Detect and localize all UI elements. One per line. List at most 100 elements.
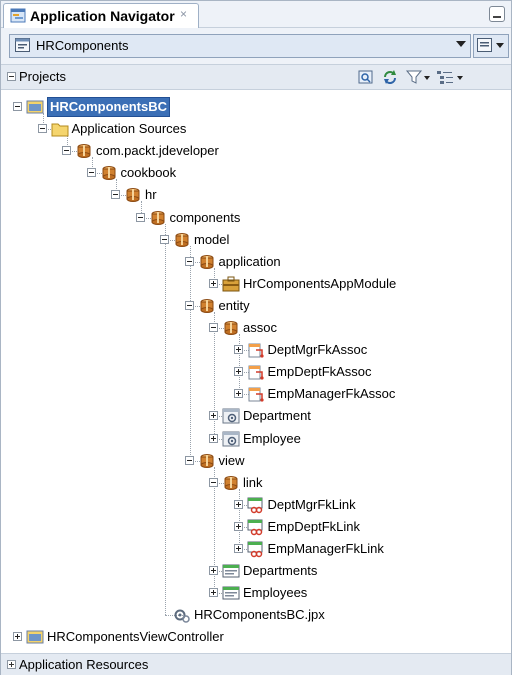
collapse-icon[interactable] — [7, 72, 16, 81]
collapse-icon[interactable] — [209, 477, 218, 487]
expand-icon[interactable] — [233, 389, 243, 399]
application-navigator-icon — [10, 8, 26, 23]
expand-icon[interactable] — [233, 544, 243, 553]
tree-node[interactable]: com.packt.jdeveloper — [1, 141, 511, 161]
tree-node[interactable]: HRComponentsBC — [1, 97, 511, 117]
tree-node[interactable]: link — [1, 473, 511, 493]
tree-node[interactable]: Departments — [1, 561, 511, 581]
expand-icon[interactable] — [233, 499, 243, 509]
view-link-icon — [247, 519, 262, 536]
package-icon — [200, 254, 213, 269]
collapse-icon[interactable] — [184, 300, 194, 310]
jpx-file-icon — [174, 609, 190, 624]
collapse-icon[interactable] — [160, 234, 169, 244]
association-icon — [248, 365, 264, 380]
expand-icon[interactable] — [233, 345, 243, 355]
entity-object-icon — [222, 431, 240, 446]
tree-node[interactable]: Employees — [1, 583, 511, 603]
package-icon — [200, 298, 213, 313]
application-menu-button[interactable] — [473, 34, 509, 58]
expand-icon[interactable] — [209, 278, 218, 288]
tree-node[interactable]: hr — [1, 185, 511, 205]
package-icon — [102, 166, 115, 181]
association-icon — [248, 343, 264, 358]
collapse-icon[interactable] — [111, 190, 120, 200]
package-icon — [224, 475, 238, 490]
filter-icon[interactable] — [405, 69, 431, 85]
view-options-icon[interactable] — [435, 69, 465, 85]
tree-node-label: EmpDeptFkLink — [267, 518, 360, 534]
projects-label: Projects — [19, 69, 66, 84]
tree-node[interactable]: model — [1, 230, 511, 250]
tree-node[interactable]: EmpDeptFkAssoc — [1, 362, 511, 382]
tree-node[interactable]: EmpManagerFkLink — [1, 539, 511, 559]
expand-icon[interactable] — [209, 566, 218, 576]
view-object-icon — [222, 586, 240, 600]
project-tree: HRComponentsBC Application Sources com.pac… — [1, 89, 511, 649]
application-resources-section[interactable]: Application Resources — [1, 653, 511, 675]
tree-node[interactable]: EmpManagerFkAssoc — [1, 384, 511, 404]
tree-node[interactable]: Employee — [1, 429, 511, 449]
tree-node-label: EmpManagerFkAssoc — [267, 386, 396, 402]
expand-icon[interactable] — [7, 660, 16, 669]
collapse-icon[interactable] — [37, 124, 47, 134]
tree-node[interactable]: DeptMgrFkAssoc — [1, 340, 511, 360]
tree-node[interactable]: DeptMgrFkLink — [1, 495, 511, 515]
collapse-icon[interactable] — [86, 168, 96, 178]
tree-node-label: DeptMgrFkLink — [267, 496, 356, 512]
tree-node-label: EmpDeptFkAssoc — [267, 364, 372, 380]
tree-node-label: model — [194, 231, 230, 247]
tree-node-label: view — [218, 452, 245, 468]
tree-node-label: DeptMgrFkAssoc — [267, 342, 368, 358]
expand-icon[interactable] — [13, 632, 22, 642]
application-navigator-panel: Application Navigator × HRComponents Pro… — [0, 0, 512, 675]
collapse-icon[interactable] — [135, 212, 145, 222]
refresh-icon[interactable] — [381, 69, 399, 85]
tree-node[interactable]: Application Sources — [1, 119, 511, 139]
package-icon — [126, 188, 140, 203]
tree-node-label: link — [243, 474, 263, 490]
expand-icon[interactable] — [209, 411, 218, 421]
tree-node-label: cookbook — [120, 165, 177, 181]
tree-node-label: HRComponentsViewController — [47, 629, 224, 645]
tree-node[interactable]: components — [1, 208, 511, 228]
chevron-down-icon[interactable] — [456, 41, 466, 47]
collapse-icon[interactable] — [62, 146, 71, 156]
tab-bar: Application Navigator × — [1, 1, 511, 28]
application-selector[interactable]: HRComponents — [9, 34, 471, 58]
tree-node[interactable]: HrComponentsAppModule — [1, 274, 511, 294]
projects-section-header[interactable]: Projects — [1, 65, 511, 90]
close-icon[interactable]: × — [180, 7, 187, 21]
tree-node[interactable]: application — [1, 252, 511, 272]
entity-object-icon — [222, 408, 240, 424]
tree-node[interactable]: HRComponentsBC.jpx — [1, 605, 511, 625]
collapse-icon[interactable] — [209, 323, 218, 332]
view-object-icon — [222, 564, 240, 578]
tree-node-label: HRComponentsBC — [47, 97, 170, 117]
expand-icon[interactable] — [233, 367, 243, 377]
tree-node[interactable]: view — [1, 451, 511, 471]
package-icon — [77, 144, 91, 159]
tree-node[interactable]: Department — [1, 406, 511, 426]
tree-node-label: Department — [243, 408, 311, 424]
package-icon — [224, 321, 238, 335]
tree-node-label: hr — [145, 187, 157, 203]
project-folder-icon — [26, 100, 44, 114]
expand-icon[interactable] — [209, 588, 218, 598]
tree-node[interactable]: cookbook — [1, 163, 511, 183]
tree-node[interactable]: HRComponentsViewController — [1, 627, 511, 647]
collapse-icon[interactable] — [184, 455, 194, 465]
collapse-icon[interactable] — [184, 256, 194, 266]
package-icon — [200, 453, 213, 468]
application-menu-icon — [477, 38, 492, 52]
tree-node[interactable]: entity — [1, 296, 511, 316]
tree-node-label: com.packt.jdeveloper — [96, 143, 219, 159]
expand-icon[interactable] — [233, 521, 243, 531]
tree-node[interactable]: assoc — [1, 318, 511, 338]
minimize-button[interactable] — [489, 6, 505, 22]
collapse-icon[interactable] — [13, 102, 22, 111]
expand-icon[interactable] — [209, 433, 218, 443]
sync-selection-icon[interactable] — [357, 69, 375, 85]
tab-application-navigator[interactable]: Application Navigator × — [3, 3, 199, 28]
tree-node[interactable]: EmpDeptFkLink — [1, 517, 511, 537]
